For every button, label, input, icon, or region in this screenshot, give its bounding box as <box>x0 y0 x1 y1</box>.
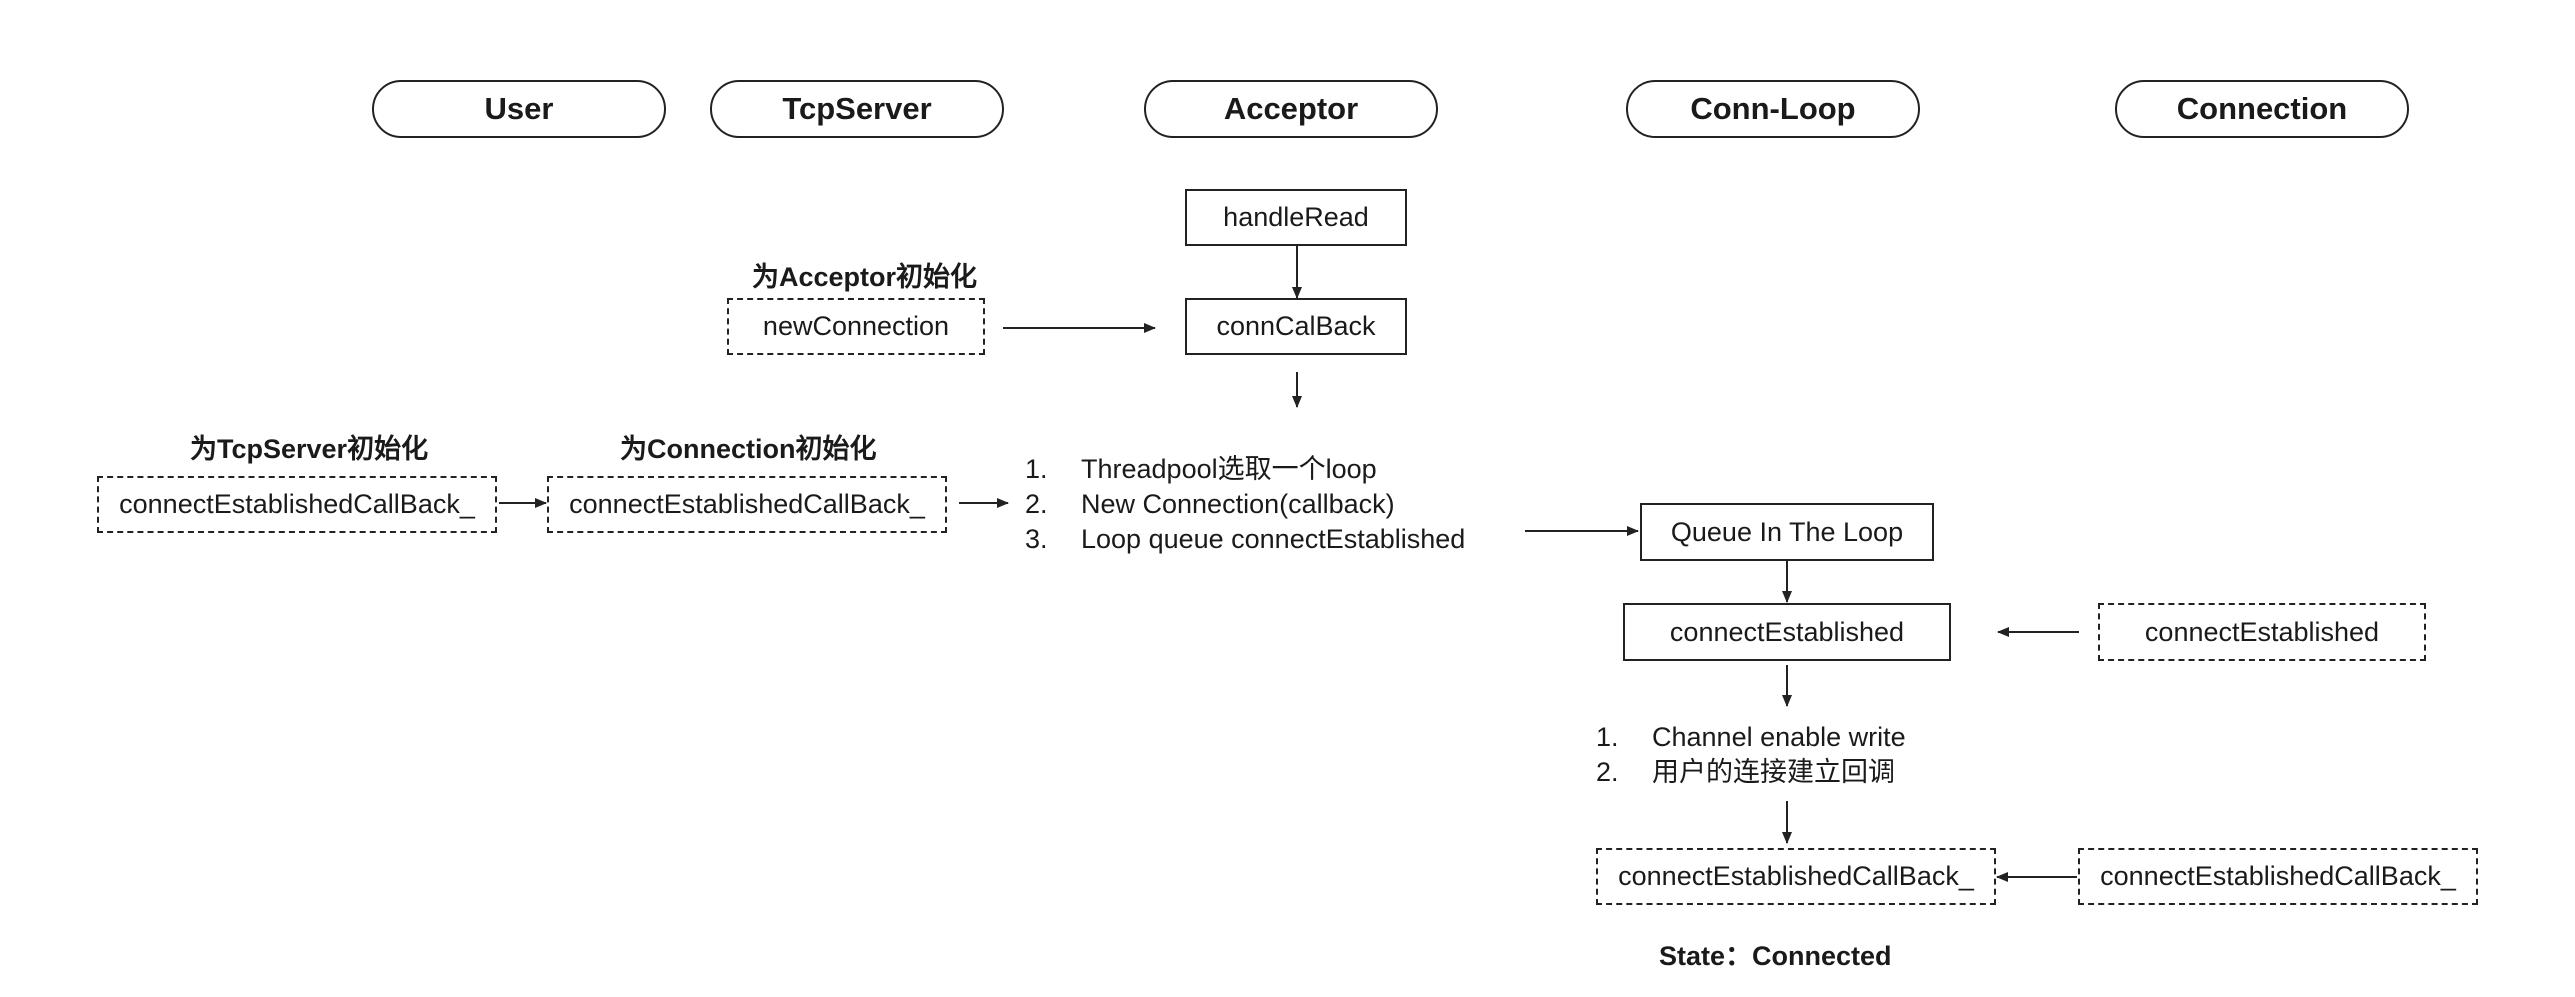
loop-steps-list: 1. Channel enable write 2. 用户的连接建立回调 <box>1596 720 1906 790</box>
queue-in-loop-box: Queue In The Loop <box>1640 503 1934 561</box>
conn-callback-box: connCalBack <box>1185 298 1407 355</box>
list-item: 1. Threadpool选取一个loop <box>1025 454 1377 484</box>
loop-callback-box: connectEstablishedCallBack_ <box>1596 848 1996 905</box>
lane-user: User <box>372 80 666 138</box>
user-callback-box: connectEstablishedCallBack_ <box>97 476 497 533</box>
acceptor-steps-list: 1. Threadpool选取一个loop 2. New Connection(ca… <box>1025 452 1465 557</box>
lane-tcpserver: TcpServer <box>710 80 1004 138</box>
list-item: 2. 用户的连接建立回调 <box>1596 757 1895 787</box>
state-label: State：Connected <box>1659 941 1892 971</box>
connection-callback-box: connectEstablishedCallBack_ <box>2078 848 2478 905</box>
list-item: 2. New Connection(callback) <box>1025 489 1395 519</box>
lane-conn-loop: Conn-Loop <box>1626 80 1920 138</box>
label-init-acceptor: 为Acceptor初始化 <box>752 262 978 292</box>
loop-connect-established-box: connectEstablished <box>1623 603 1951 661</box>
lane-connection: Connection <box>2115 80 2409 138</box>
connection-flow-diagram: User TcpServer Acceptor Conn-Loop Connec… <box>0 0 2575 997</box>
list-item: 3. Loop queue connectEstablished <box>1025 524 1466 554</box>
tcpserver-callback-box: connectEstablishedCallBack_ <box>547 476 947 533</box>
label-init-tcpserver: 为TcpServer初始化 <box>190 434 429 464</box>
lane-acceptor: Acceptor <box>1144 80 1438 138</box>
handle-read-box: handleRead <box>1185 189 1407 246</box>
label-init-connection: 为Connection初始化 <box>620 434 877 464</box>
new-connection-box: newConnection <box>727 298 985 355</box>
connection-connect-established-box: connectEstablished <box>2098 603 2426 661</box>
list-item: 1. Channel enable write <box>1596 722 1906 752</box>
